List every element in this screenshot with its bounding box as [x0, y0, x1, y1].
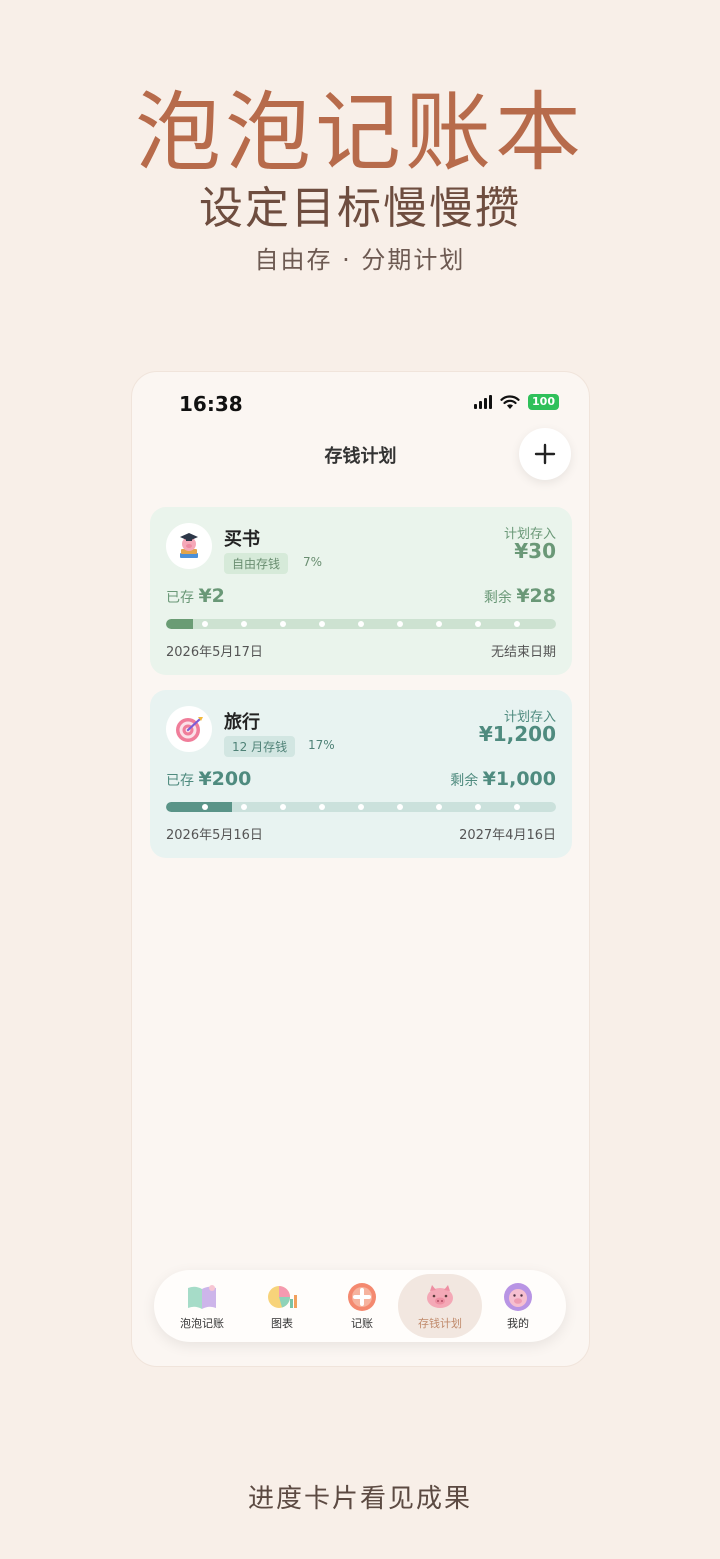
plan-percent: 7% [303, 555, 323, 569]
tab-charts[interactable]: 图表 [240, 1274, 324, 1338]
plan-percent: 17% [308, 738, 335, 752]
progress-dot [475, 621, 481, 627]
progress-dots [166, 802, 556, 812]
progress-dot [397, 804, 403, 810]
tab-savings-plan[interactable]: 存钱计划 [398, 1274, 482, 1338]
progress-dot [514, 621, 520, 627]
tab-bubble-ledger[interactable]: 泡泡记账 [160, 1274, 244, 1338]
progress-dots [166, 619, 556, 629]
progress-dot [358, 804, 364, 810]
progress-dot [436, 804, 442, 810]
progress-bar [166, 619, 556, 629]
plus-icon [534, 443, 556, 465]
saved-amount: 已存 ¥2 [166, 585, 225, 607]
hero-tags: 自由存 · 分期计划 [254, 246, 466, 274]
tab-profile[interactable]: 我的 [476, 1274, 560, 1338]
status-time: 16:38 [179, 392, 243, 416]
pig-avatar-icon [501, 1282, 535, 1312]
plus-circle-icon [345, 1282, 379, 1312]
graduation-pig-icon [166, 523, 212, 569]
pie-chart-icon [265, 1282, 299, 1312]
remaining-amount: 剩余 ¥1,000 [450, 768, 556, 790]
add-plan-button[interactable] [519, 428, 571, 480]
tab-label: 图表 [271, 1316, 293, 1330]
tab-label: 我的 [507, 1316, 529, 1330]
hero-subtitle: 设定目标慢慢攒 [199, 183, 521, 234]
progress-bar [166, 802, 556, 812]
progress-dot [241, 804, 247, 810]
start-date: 2026年5月16日 [166, 828, 263, 843]
plan-name: 买书 [224, 529, 260, 550]
end-date: 无结束日期 [490, 645, 556, 660]
progress-dot [319, 804, 325, 810]
plan-amount: ¥1,200 [478, 722, 556, 746]
wifi-icon [500, 394, 520, 409]
progress-dot [280, 804, 286, 810]
tab-label: 泡泡记账 [180, 1316, 224, 1330]
progress-dot [514, 804, 520, 810]
battery-icon: 100 [528, 394, 559, 410]
signal-icon [474, 395, 493, 409]
footer-caption: 进度卡片看见成果 [247, 1484, 472, 1514]
piggy-bank-icon [423, 1282, 457, 1312]
progress-dot [202, 804, 208, 810]
progress-dot [397, 621, 403, 627]
tab-label: 存钱计划 [418, 1316, 462, 1330]
plan-name: 旅行 [224, 712, 260, 733]
tab-record[interactable]: 记账 [320, 1274, 404, 1338]
progress-dot [358, 621, 364, 627]
progress-dot [280, 621, 286, 627]
notebook-icon [185, 1282, 219, 1312]
bottom-tab-bar: 泡泡记账 图表 记账 存钱计划 我的 [154, 1270, 566, 1342]
plan-type-badge: 自由存钱 [224, 553, 289, 574]
tab-label: 记账 [351, 1316, 373, 1330]
progress-dot [436, 621, 442, 627]
target-dart-icon [166, 706, 212, 752]
start-date: 2026年5月17日 [166, 645, 263, 660]
phone-screen: 16:38 100 存钱计划 买书 自由存钱 7% 计划存入 ¥30 已存 ¥2… [131, 371, 590, 1367]
remaining-amount: 剩余 ¥28 [483, 585, 556, 607]
progress-dot [202, 621, 208, 627]
plan-amount: ¥30 [514, 539, 556, 563]
saved-amount: 已存 ¥200 [166, 768, 252, 790]
status-icons: 100 [474, 394, 559, 410]
plan-card[interactable]: 旅行 12 月存钱 17% 计划存入 ¥1,200 已存 ¥200 剩余 ¥1,… [150, 690, 572, 858]
progress-dot [319, 621, 325, 627]
progress-dot [241, 621, 247, 627]
end-date: 2027年4月16日 [459, 828, 556, 843]
plan-card[interactable]: 买书 自由存钱 7% 计划存入 ¥30 已存 ¥2 剩余 ¥28 2026年5月… [150, 507, 572, 675]
progress-dot [475, 804, 481, 810]
plan-type-badge: 12 月存钱 [224, 736, 296, 757]
hero-title: 泡泡记账本 [135, 83, 585, 183]
